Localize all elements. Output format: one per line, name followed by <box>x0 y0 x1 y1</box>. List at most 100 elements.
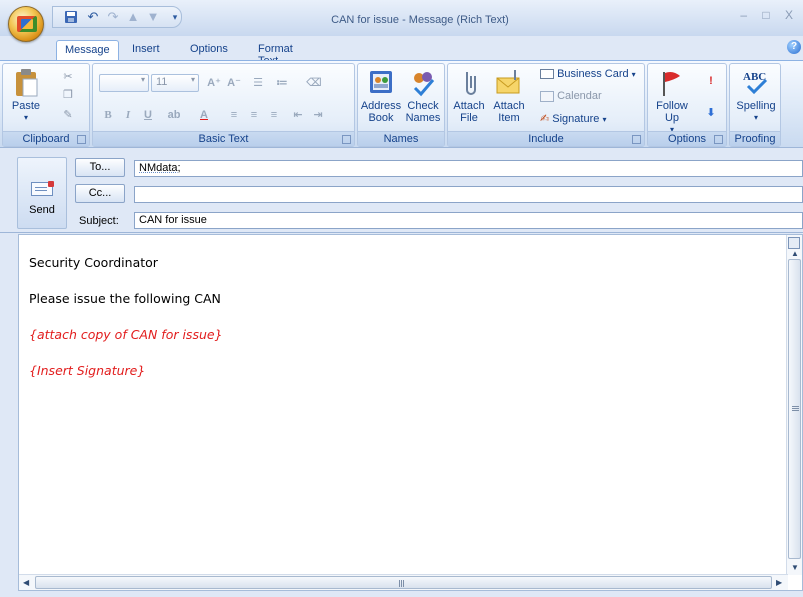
font-color-icon[interactable]: A <box>195 106 213 124</box>
font-name-dropdown-icon[interactable]: ▾ <box>141 75 145 84</box>
undo-icon[interactable]: ↶ <box>85 10 101 24</box>
subject-field[interactable]: CAN for issue <box>134 212 803 229</box>
to-button[interactable]: To... <box>75 158 125 177</box>
quick-access-toolbar: ↶ ↷ ▲ ▼ ▾ <box>52 6 182 28</box>
cc-button[interactable]: Cc... <box>75 184 125 203</box>
align-right-icon[interactable]: ≡ <box>265 106 283 124</box>
basic-text-launcher-icon[interactable] <box>342 135 351 144</box>
vertical-scroll-thumb[interactable] <box>788 259 801 559</box>
tab-insert[interactable]: Insert <box>124 40 168 61</box>
cut-icon[interactable]: ✂ <box>59 68 77 86</box>
paperclip-icon <box>466 72 476 95</box>
font-name-box[interactable]: ▾ <box>99 74 149 92</box>
attach-item-button[interactable]: Attach Item <box>488 68 530 124</box>
cc-field[interactable] <box>134 186 803 203</box>
redo-icon[interactable]: ↷ <box>105 10 121 24</box>
address-book-label: Address Book <box>360 100 402 124</box>
signature-dropdown-icon[interactable]: ▾ <box>602 115 606 124</box>
message-body[interactable]: Security Coordinator Please issue the fo… <box>18 234 803 591</box>
shrink-font-icon[interactable]: A⁻ <box>225 74 243 92</box>
subject-label: Subject: <box>79 215 119 227</box>
window-controls[interactable]: – □ X <box>740 8 799 22</box>
bold-icon[interactable]: B <box>99 106 117 124</box>
scroll-right-icon[interactable]: ▶ <box>776 578 782 588</box>
font-size-box[interactable]: 11 ▾ <box>151 74 199 92</box>
font-size-dropdown-icon[interactable]: ▾ <box>191 75 195 84</box>
spelling-dropdown-icon[interactable]: ▾ <box>732 112 780 124</box>
message-header: Send To... Cc... Subject: NMdata; CAN fo… <box>0 149 803 233</box>
scroll-up-icon[interactable]: ▲ <box>791 249 799 259</box>
increase-indent-icon[interactable]: ⇥ <box>309 106 327 124</box>
business-card-dropdown-icon[interactable]: ▾ <box>632 70 636 79</box>
font-size-value: 11 <box>156 76 168 88</box>
align-center-icon[interactable]: ≡ <box>245 106 263 124</box>
highlight-icon[interactable]: ab <box>165 106 183 124</box>
business-card-button[interactable]: Business Card ▾ <box>540 68 644 88</box>
send-button[interactable]: Send <box>17 157 67 229</box>
underline-icon[interactable]: U <box>139 106 157 124</box>
names-group: Address Book Check Names Names <box>357 63 445 147</box>
signature-button[interactable]: ✍ Signature ▾ <box>540 112 644 132</box>
paste-button[interactable]: Paste ▾ <box>7 68 45 124</box>
clipboard-launcher-icon[interactable] <box>77 135 86 144</box>
help-icon[interactable]: ? <box>787 40 801 54</box>
paste-icon <box>16 69 38 97</box>
decrease-indent-icon[interactable]: ⇤ <box>289 106 307 124</box>
format-painter-icon[interactable]: ✎ <box>59 106 77 124</box>
proofing-group-label: Proofing <box>730 131 780 146</box>
names-group-label: Names <box>358 131 444 146</box>
address-book-button[interactable]: Address Book <box>360 68 402 124</box>
basic-text-group: ▾ 11 ▾ A⁺ A⁻ ☰ ≔ ⌫ B I U ab A ≡ ≡ ≡ ⇤ ⇥ … <box>92 63 355 147</box>
attach-item-icon <box>496 70 520 94</box>
clear-formatting-icon[interactable]: ⌫ <box>305 74 323 92</box>
options-launcher-icon[interactable] <box>714 135 723 144</box>
to-field[interactable]: NMdata; <box>134 160 803 177</box>
vertical-scrollbar[interactable]: ▲ ▼ <box>786 235 802 575</box>
signature-icon: ✍ <box>540 113 550 125</box>
calendar-icon <box>540 90 554 102</box>
attach-file-label: Attach File <box>453 100 485 124</box>
check-names-button[interactable]: Check Names <box>402 68 444 124</box>
send-icon <box>31 181 54 196</box>
paste-dropdown-icon[interactable]: ▾ <box>7 112 45 124</box>
include-group: Attach File Attach Item Business Card ▾ … <box>447 63 645 147</box>
low-importance-icon[interactable]: ⬇ <box>702 104 720 122</box>
horizontal-scroll-thumb[interactable] <box>35 576 772 589</box>
copy-icon[interactable]: ❐ <box>59 86 77 104</box>
grow-font-icon[interactable]: A⁺ <box>205 74 223 92</box>
tab-format-text[interactable]: Format Text <box>250 40 301 67</box>
signature-label: Signature <box>552 113 600 125</box>
next-item-icon[interactable]: ▼ <box>145 10 161 24</box>
save-icon[interactable] <box>63 10 79 24</box>
body-placeholder-line: {attach copy of CAN for issue} <box>29 327 223 342</box>
calendar-button[interactable]: Calendar <box>540 90 644 110</box>
spelling-button[interactable]: ABC Spelling ▾ <box>732 68 780 124</box>
align-left-icon[interactable]: ≡ <box>225 106 243 124</box>
scroll-down-icon[interactable]: ▼ <box>791 563 799 573</box>
tab-message[interactable]: Message <box>56 40 119 61</box>
italic-icon[interactable]: I <box>119 106 137 124</box>
body-line: Security Coordinator <box>29 255 158 270</box>
basic-text-group-label: Basic Text <box>93 131 354 146</box>
follow-up-label: Follow Up <box>656 100 688 124</box>
calendar-label: Calendar <box>557 90 602 102</box>
office-button[interactable] <box>8 6 44 42</box>
tab-options[interactable]: Options <box>182 40 236 61</box>
message-body-text[interactable]: Security Coordinator Please issue the fo… <box>29 255 769 399</box>
to-recipient[interactable]: NMdata; <box>139 162 181 174</box>
clipboard-label: Clipboard <box>22 133 70 145</box>
follow-up-button[interactable]: Follow Up ▾ <box>650 68 694 136</box>
numbering-icon[interactable]: ≔ <box>273 74 291 92</box>
previous-item-icon[interactable]: ▲ <box>125 10 141 24</box>
horizontal-scrollbar[interactable]: ◀ ▶ <box>19 574 788 590</box>
scroll-left-icon[interactable]: ◀ <box>23 578 29 588</box>
body-line: Please issue the following CAN <box>29 291 221 306</box>
high-importance-icon[interactable]: ! <box>702 72 720 90</box>
view-ruler-icon[interactable] <box>788 237 800 249</box>
attach-item-label: Attach Item <box>493 100 525 124</box>
bullets-icon[interactable]: ☰ <box>249 74 267 92</box>
include-launcher-icon[interactable] <box>632 135 641 144</box>
customize-qat-icon[interactable]: ▾ <box>167 10 183 24</box>
include-group-label: Include <box>448 131 644 146</box>
attach-file-button[interactable]: Attach File <box>452 68 486 124</box>
